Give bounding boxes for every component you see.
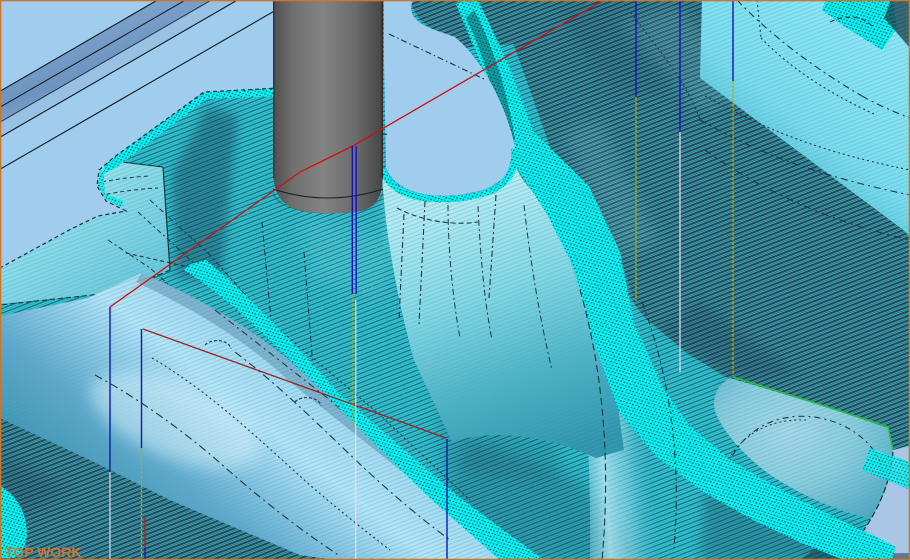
svg-text:TOP WORK: TOP WORK bbox=[5, 544, 82, 560]
